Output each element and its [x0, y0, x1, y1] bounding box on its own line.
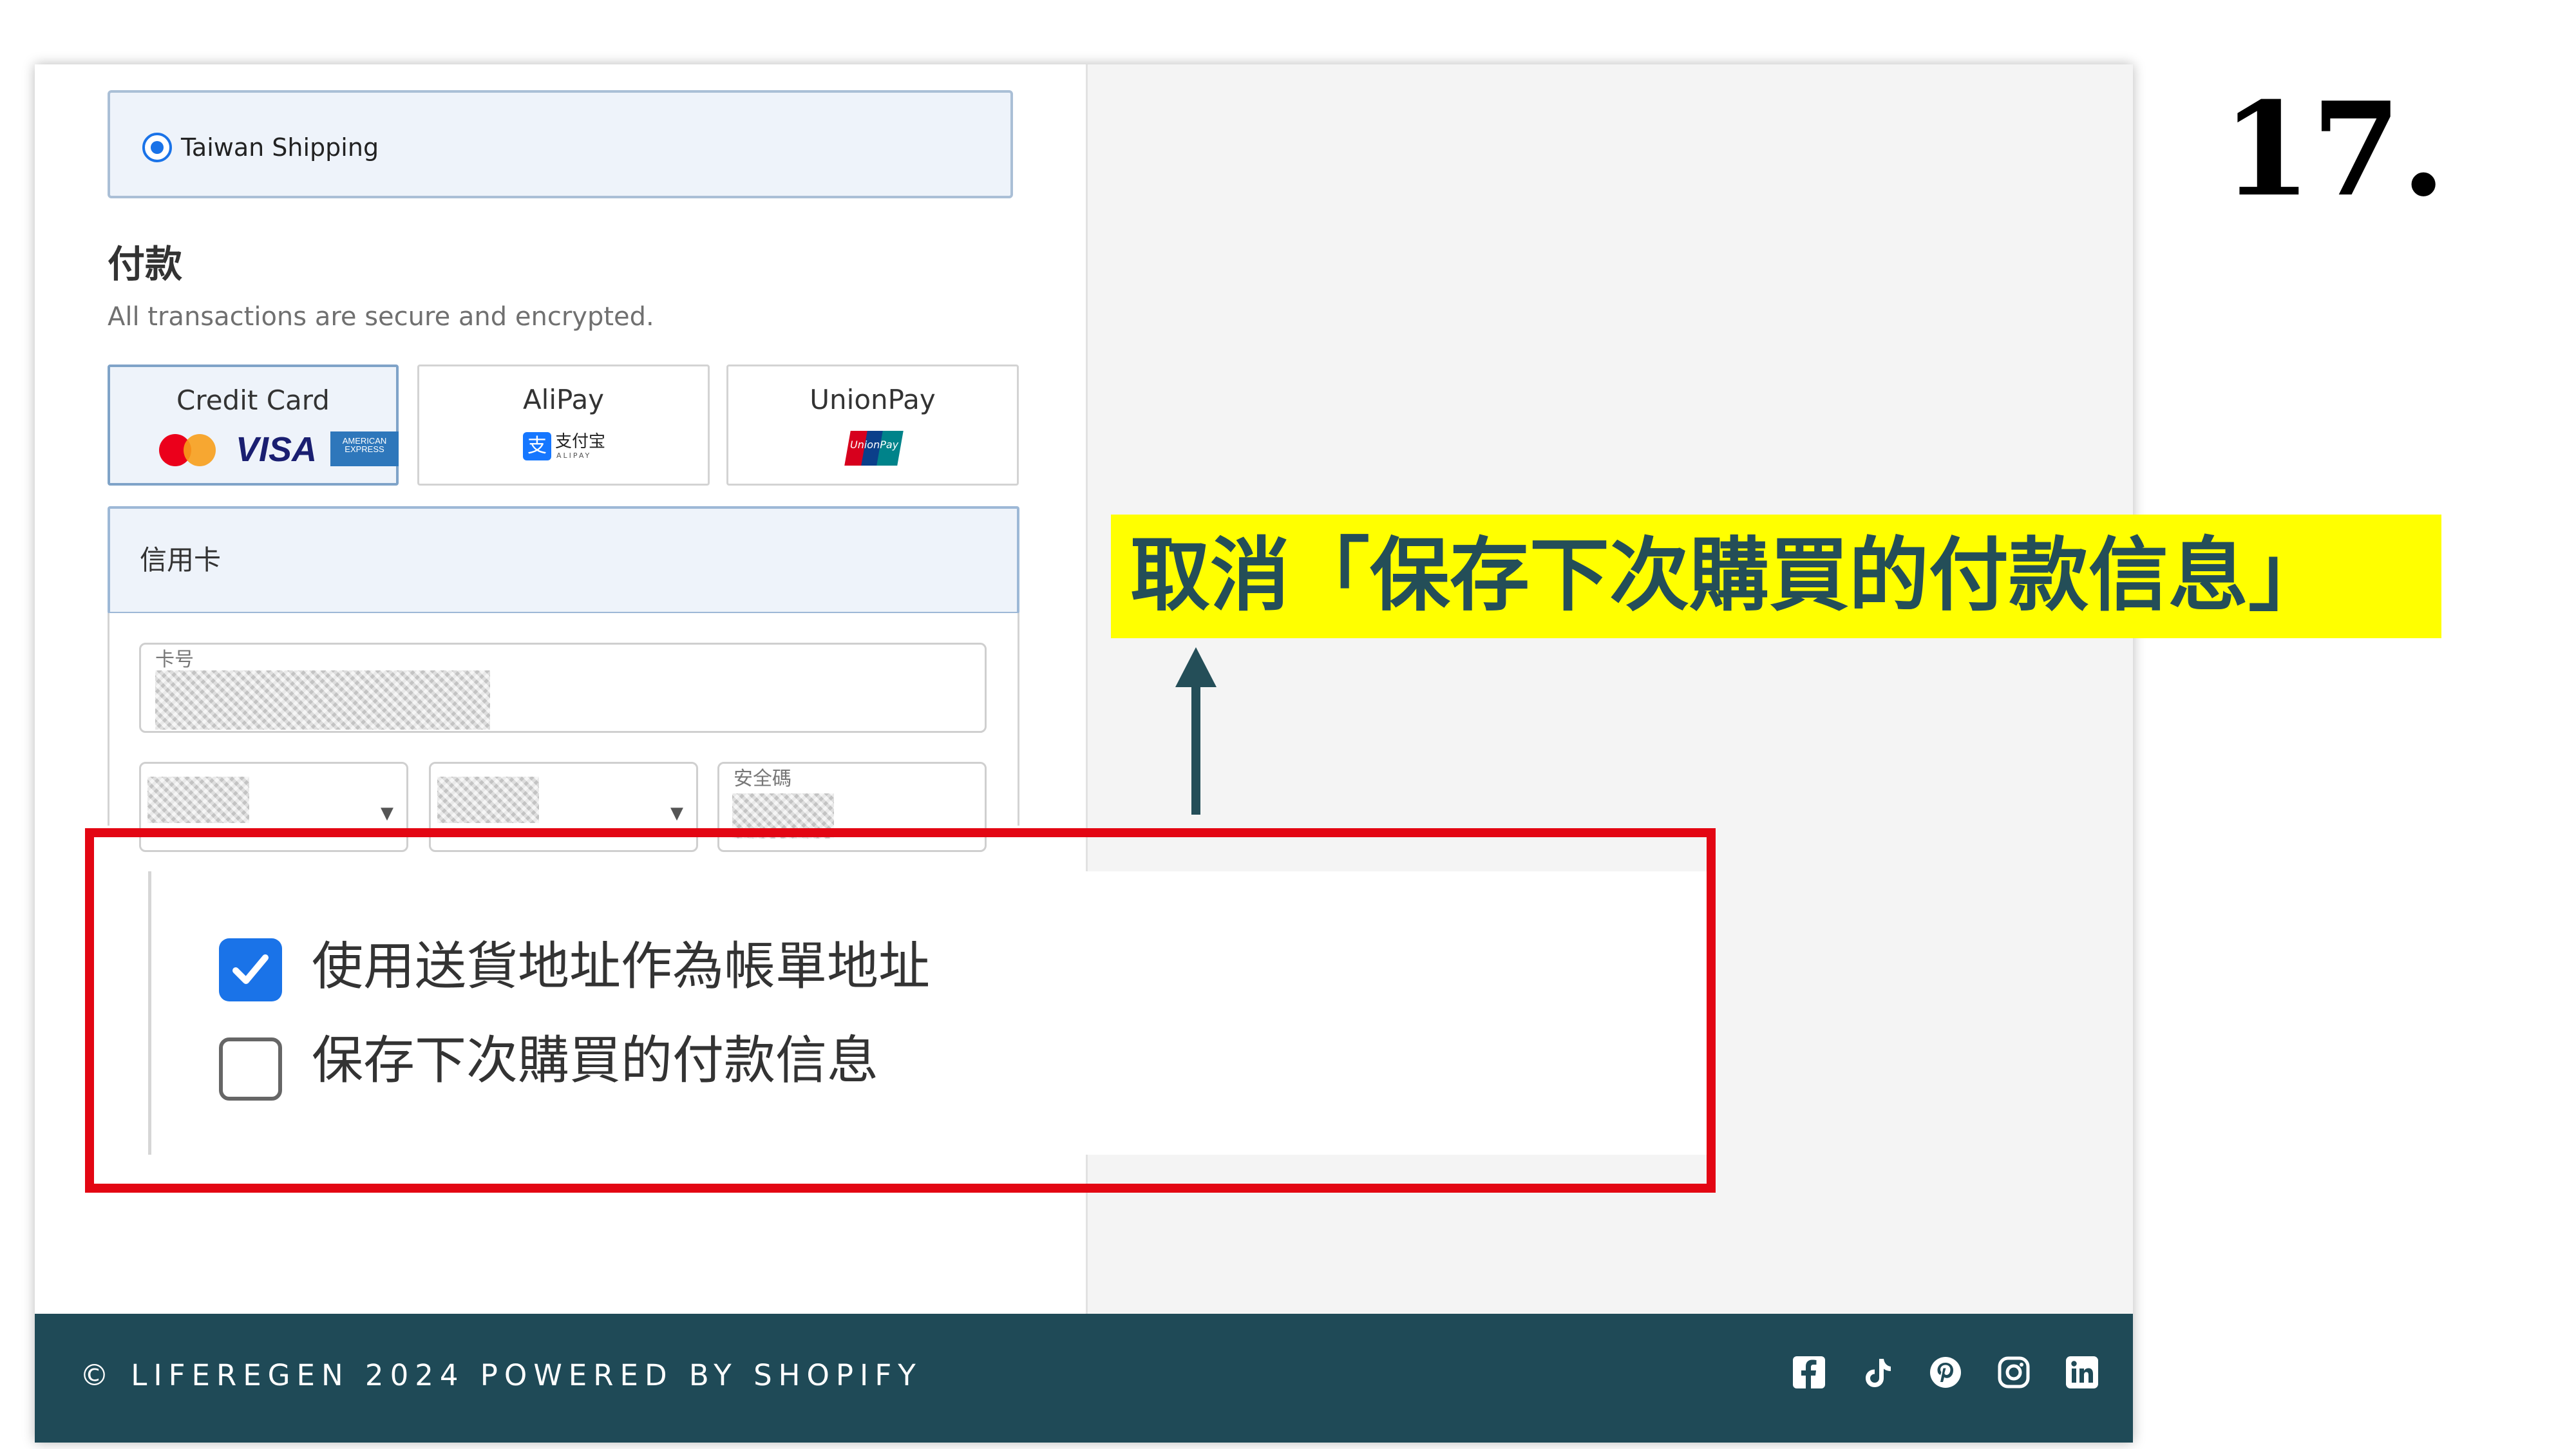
checkout-window: Taiwan Shipping 付款 All transactions are …	[35, 64, 2133, 1443]
payment-method-label: UnionPay	[810, 384, 936, 415]
redacted-value	[437, 777, 539, 823]
red-highlight-frame	[85, 828, 1716, 1193]
security-code-label: 安全碼	[734, 768, 791, 790]
instruction-text: 取消「保存下次購買的付款信息」	[1130, 529, 2329, 622]
visa-logo-icon: VISA	[236, 430, 317, 469]
step-number: 17.	[2222, 74, 2446, 225]
mastercard-logo-icon	[159, 434, 216, 466]
payment-method-label: AliPay	[522, 384, 605, 415]
facebook-icon[interactable]	[1792, 1355, 1826, 1390]
payment-method-credit-card[interactable]: Credit Card VISA AMERICAN EXPRESS	[108, 365, 399, 486]
alipay-mark: 支	[523, 432, 551, 460]
chevron-down-icon: ▼	[670, 804, 683, 823]
payment-method-label: Credit Card	[176, 384, 330, 416]
instagram-icon[interactable]	[1996, 1355, 2031, 1390]
alipay-sub: ALIPAY	[556, 451, 592, 460]
alipay-logo-icon: 支 支付宝 ALIPAY	[523, 431, 607, 466]
alipay-name: 支付宝	[555, 432, 606, 451]
unionpay-logo-icon: UnionPay	[844, 431, 904, 466]
arrow-up-icon	[1175, 647, 1217, 815]
amex-logo-icon: AMERICAN EXPRESS	[330, 431, 399, 466]
instruction-banner: 取消「保存下次購買的付款信息」	[1111, 515, 2441, 638]
card-number-input[interactable]: 卡号	[139, 643, 987, 733]
payment-method-alipay[interactable]: AliPay 支 支付宝 ALIPAY	[417, 365, 710, 486]
credit-card-section-header: 信用卡	[108, 506, 1019, 614]
pinterest-icon[interactable]	[1928, 1355, 1963, 1390]
site-footer: © LIFEREGEN 2024 POWERED BY SHOPIFY	[35, 1314, 2133, 1443]
payment-heading: 付款	[108, 242, 183, 286]
unionpay-wordmark: UnionPay	[850, 439, 899, 451]
shipping-radio[interactable]	[142, 133, 172, 162]
tiktok-icon[interactable]	[1860, 1355, 1895, 1390]
footer-copyright: © LIFEREGEN 2024 POWERED BY SHOPIFY	[80, 1358, 922, 1392]
payment-secure-note: All transactions are secure and encrypte…	[108, 302, 654, 332]
shipping-option-taiwan[interactable]: Taiwan Shipping	[108, 90, 1013, 198]
payment-method-unionpay[interactable]: UnionPay UnionPay	[726, 365, 1019, 486]
linkedin-icon[interactable]	[2065, 1355, 2099, 1390]
credit-card-section-title: 信用卡	[140, 544, 222, 576]
chevron-down-icon: ▼	[381, 804, 393, 823]
redacted-card-number	[155, 670, 490, 730]
card-number-label: 卡号	[155, 649, 194, 671]
shipping-option-label: Taiwan Shipping	[181, 133, 379, 162]
redacted-value	[147, 777, 249, 823]
